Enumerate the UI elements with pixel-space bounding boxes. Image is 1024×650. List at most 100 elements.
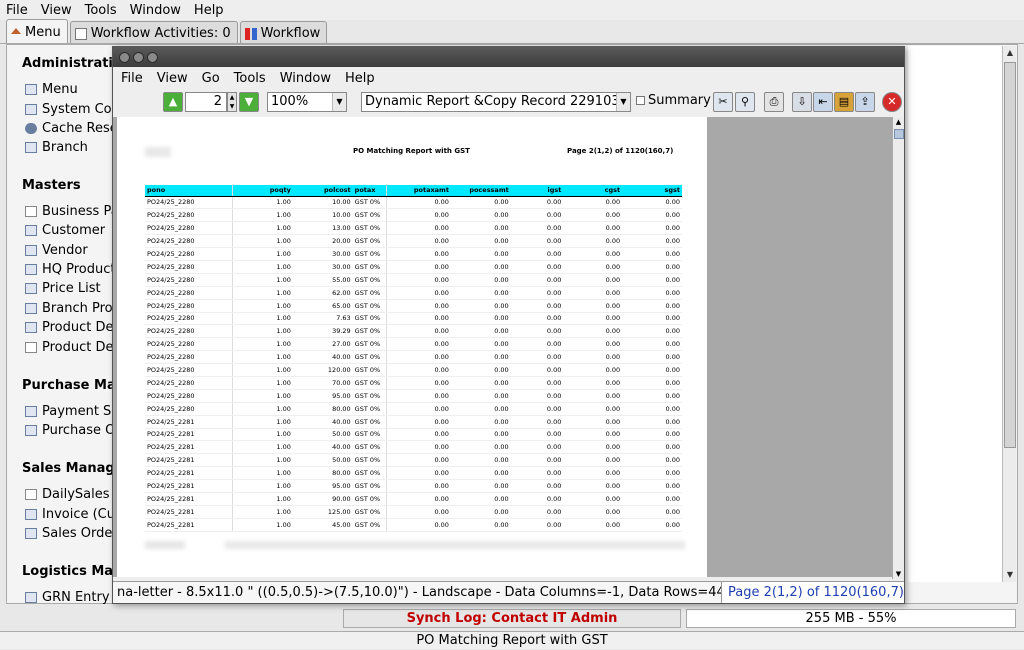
- section-administration[interactable]: Administratio: [22, 56, 122, 71]
- table-row: PO24/25_2280 1.00 62.00 GST 0% 0.00 0.00 0.00 0…: [145, 286, 682, 300]
- section-purchase-management[interactable]: Purchase Mar: [22, 378, 122, 393]
- sidebar-item-branch[interactable]: Branch: [25, 140, 88, 155]
- sidebar-item-cache-reset[interactable]: Cache Rese: [25, 121, 118, 136]
- table-cell: PO24/25_2281: [145, 505, 233, 519]
- scroll-up-icon[interactable]: ▲: [1003, 46, 1017, 60]
- sidebar-item-customer[interactable]: Customer: [25, 223, 105, 238]
- sidebar-item-vendor[interactable]: Vendor: [25, 243, 88, 258]
- table-cell: 1.00: [232, 505, 293, 519]
- menu-window[interactable]: Window: [130, 3, 181, 18]
- export-icon[interactable]: ⇩: [792, 92, 812, 112]
- sidebar-item-branch-product[interactable]: Branch Proc: [25, 301, 120, 316]
- table-cell: 0.00: [563, 286, 623, 300]
- send-email-icon[interactable]: ⇪: [855, 92, 875, 112]
- close-icon[interactable]: ✕: [882, 92, 902, 112]
- tab-workflow[interactable]: Workflow: [239, 21, 328, 43]
- table-cell: 0.00: [622, 234, 682, 249]
- content-area: [908, 46, 1002, 582]
- table-row: PO24/25_2280 1.00 10.00 GST 0% 0.00 0.00 0.00 0…: [145, 196, 682, 210]
- window-icon: [25, 406, 37, 417]
- table-row: PO24/25_2281 1.00 50.00 GST 0% 0.00 0.00 0.00 0…: [145, 453, 682, 468]
- sidebar-item-purchase-order[interactable]: Purchase Or: [25, 423, 121, 438]
- sidebar-item-hq-product[interactable]: HQ Product: [25, 262, 116, 277]
- table-cell: 0.00: [563, 440, 623, 455]
- memory-indicator[interactable]: 255 MB - 55%: [686, 609, 1016, 628]
- zoom-select[interactable]: 100% ▼: [267, 92, 347, 112]
- table-cell: 0.00: [563, 273, 623, 287]
- table-cell: PO24/25_2281: [145, 428, 233, 442]
- window-icon: [25, 283, 37, 294]
- sidebar-item-product-detail[interactable]: Product Det: [25, 340, 119, 355]
- sidebar-item-system-config[interactable]: System Cor: [25, 102, 117, 117]
- viewer-scrollbar[interactable]: ▲ ▼: [892, 117, 904, 579]
- next-page-icon[interactable]: ▼: [239, 92, 259, 112]
- archive-viewer-icon[interactable]: ▤: [834, 92, 854, 112]
- page-number-input[interactable]: 2: [185, 92, 227, 112]
- table-cell: 0.00: [622, 286, 682, 300]
- table-cell: GST 0%: [352, 518, 387, 532]
- table-cell: 0.00: [510, 505, 564, 519]
- minimize-window-icon[interactable]: [133, 51, 144, 63]
- scroll-thumb[interactable]: [1004, 62, 1016, 448]
- scroll-down-icon[interactable]: ▼: [893, 569, 904, 579]
- win-menu-window[interactable]: Window: [280, 71, 331, 86]
- main-scrollbar[interactable]: ▲ ▼: [1002, 46, 1016, 582]
- table-cell: 0.00: [563, 196, 623, 210]
- section-masters[interactable]: Masters: [22, 178, 81, 193]
- sidebar-item-product-department[interactable]: Product Dep: [25, 320, 122, 335]
- tab-workflow-activities[interactable]: Workflow Activities: 0: [69, 21, 238, 43]
- print-icon[interactable]: ⎙: [764, 92, 784, 112]
- win-menu-go[interactable]: Go: [202, 71, 220, 86]
- scroll-up-icon[interactable]: ▲: [893, 117, 904, 127]
- table-cell: 0.00: [450, 247, 511, 261]
- archive-icon[interactable]: ⇤: [813, 92, 833, 112]
- window-icon: [25, 425, 37, 436]
- close-window-icon[interactable]: [119, 51, 130, 63]
- menu-file[interactable]: File: [6, 3, 28, 18]
- table-cell: 0.00: [510, 208, 564, 223]
- scroll-down-icon[interactable]: ▼: [1003, 568, 1017, 582]
- table-cell: 0.00: [450, 312, 511, 326]
- table-cell: 1.00: [232, 196, 293, 210]
- zoom-find-icon[interactable]: ⚲: [735, 92, 755, 112]
- page-spinner[interactable]: ▲ ▼: [227, 92, 237, 112]
- workflow-icon: [244, 27, 257, 40]
- table-cell: 0.00: [510, 221, 564, 236]
- sidebar-item-sales-order[interactable]: Sales Order: [25, 526, 118, 541]
- report-page: PO Matching Report with GST Page 2(1,2) …: [117, 117, 707, 577]
- sidebar-item-business-partner[interactable]: Business Pa: [25, 204, 119, 219]
- customize-report-icon[interactable]: ✂: [713, 92, 733, 112]
- synch-log[interactable]: Synch Log: Contact IT Admin: [343, 609, 681, 628]
- sidebar-item-daily-sales[interactable]: DailySales T: [25, 487, 122, 502]
- previous-page-icon[interactable]: ▲: [163, 92, 183, 112]
- menu-tools[interactable]: Tools: [85, 3, 117, 18]
- tab-menu[interactable]: Menu: [6, 19, 68, 43]
- summary-checkbox[interactable]: Summary: [636, 93, 711, 108]
- sidebar-item-payment-settlement[interactable]: Payment Se: [25, 404, 119, 419]
- report-select[interactable]: Dynamic Report &Copy Record 2291032 ▼: [361, 92, 631, 112]
- table-cell: 0.00: [386, 221, 451, 236]
- section-sales-management[interactable]: Sales Manage: [22, 461, 124, 476]
- sidebar-item-invoice-customer[interactable]: Invoice (Cus: [25, 507, 122, 522]
- sidebar-item-grn-entry[interactable]: GRN Entry: [25, 590, 110, 604]
- menu-view[interactable]: View: [41, 3, 72, 18]
- sidebar-item-menu[interactable]: Menu: [25, 82, 78, 97]
- menu-help[interactable]: Help: [194, 3, 224, 18]
- win-menu-help[interactable]: Help: [345, 71, 375, 86]
- table-cell: GST 0%: [352, 466, 387, 481]
- maximize-window-icon[interactable]: [147, 51, 158, 63]
- win-menu-file[interactable]: File: [121, 71, 143, 86]
- column-header: potaxamt: [386, 185, 451, 197]
- table-cell: 1.00: [232, 440, 293, 455]
- table-cell: 95.00: [292, 479, 353, 493]
- window-titlebar[interactable]: [113, 47, 904, 67]
- table-cell: 1.00: [232, 299, 293, 313]
- win-menu-tools[interactable]: Tools: [234, 71, 266, 86]
- table-cell: 10.00: [292, 208, 353, 223]
- section-logistics-management[interactable]: Logistics Ma: [22, 564, 113, 579]
- app-menubar: File View Tools Window Help: [0, 0, 1024, 20]
- scroll-thumb[interactable]: [894, 129, 904, 139]
- win-menu-view[interactable]: View: [157, 71, 188, 86]
- sidebar-item-price-list[interactable]: Price List: [25, 281, 101, 296]
- home-icon: [11, 27, 21, 34]
